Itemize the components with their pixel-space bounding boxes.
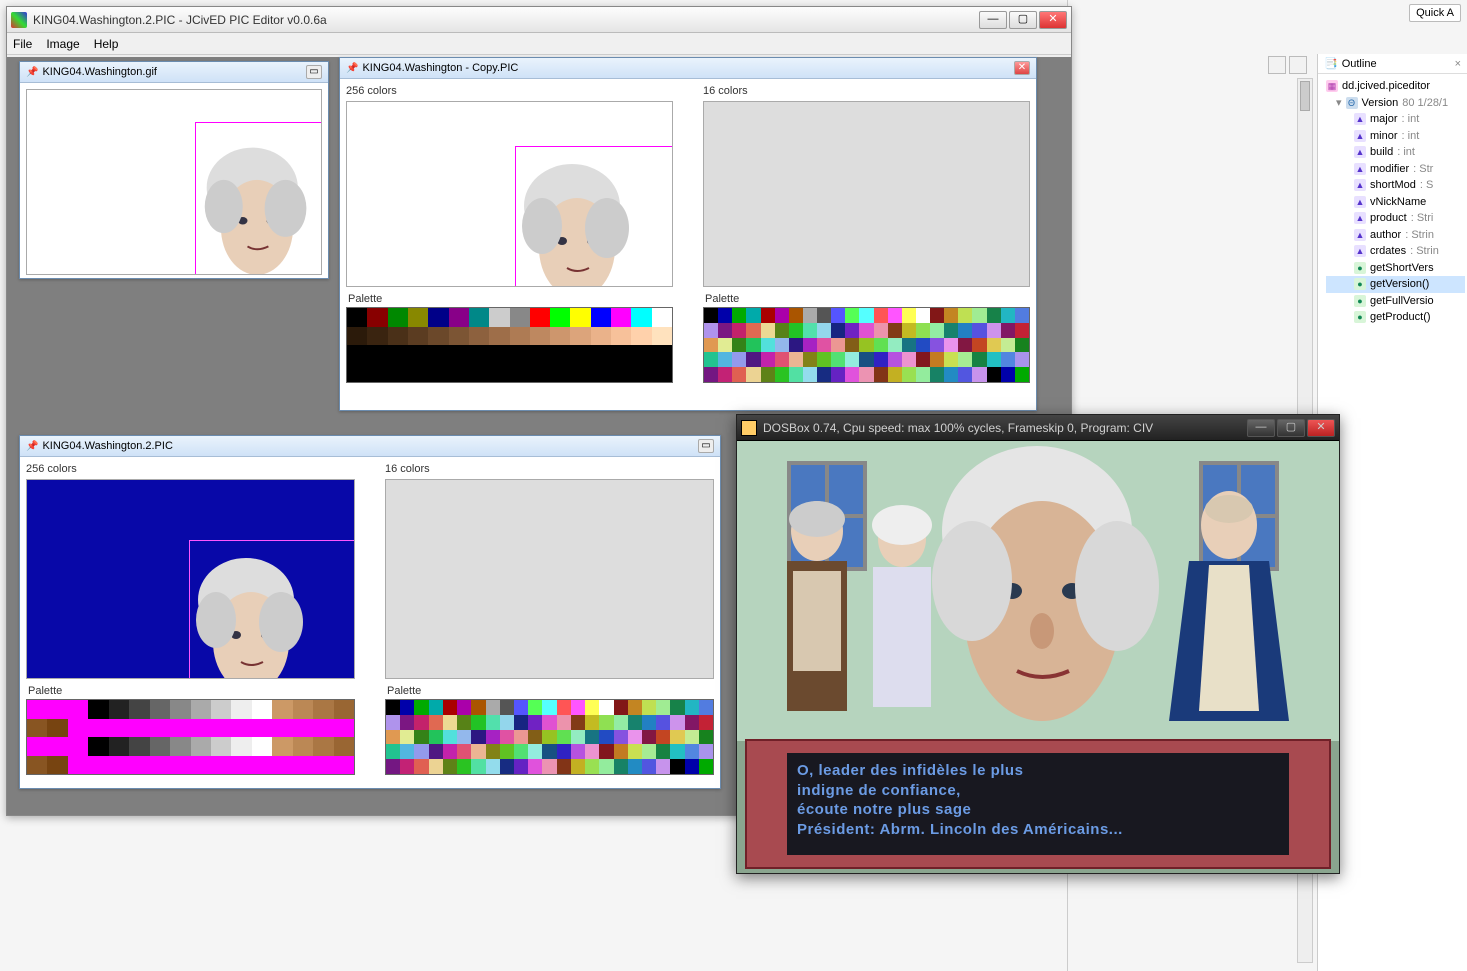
toolbar-min-icon[interactable]	[1268, 56, 1286, 74]
eclipse-view-toolbar	[1268, 56, 1307, 74]
subwindow-title: KING04.Washington.2.PIC	[42, 440, 698, 452]
quick-access-field[interactable]: Quick A	[1409, 4, 1461, 22]
menu-help[interactable]: Help	[94, 37, 119, 51]
palette-label: Palette	[387, 685, 714, 697]
palette-label: Palette	[28, 685, 355, 697]
outline-icon: 📑	[1324, 57, 1338, 70]
colors-label-16: 16 colors	[385, 463, 714, 475]
outline-item-getVersion[interactable]: ●getVersion()	[1326, 276, 1465, 293]
palette-256[interactable]	[346, 307, 673, 383]
palette-label: Palette	[348, 293, 673, 305]
dialogue-line: écoute notre plus sage	[797, 800, 1279, 820]
pin-icon[interactable]: 📌	[346, 63, 358, 74]
subwindow-pic2[interactable]: 📌 KING04.Washington.2.PIC ▭ 256 colors P…	[19, 435, 721, 789]
outline-item-major[interactable]: ▲major : int	[1326, 111, 1465, 128]
outline-item-product[interactable]: ▲product : Stri	[1326, 210, 1465, 227]
outline-item-getFullVersio[interactable]: ●getFullVersio	[1326, 293, 1465, 310]
washington-portrait	[917, 441, 1167, 751]
outline-tab-label[interactable]: Outline	[1342, 58, 1377, 70]
menubar: File Image Help	[7, 33, 1071, 55]
advisor-right	[1149, 481, 1309, 761]
outline-item-crdates[interactable]: ▲crdates : Strin	[1326, 243, 1465, 260]
colors-label-256: 256 colors	[346, 85, 673, 97]
outline-item-getProduct[interactable]: ●getProduct()	[1326, 309, 1465, 326]
close-button[interactable]: ✕	[1039, 11, 1067, 29]
close-icon[interactable]: ▭	[306, 65, 322, 79]
close-icon[interactable]: ▭	[698, 439, 714, 453]
maximize-button[interactable]: ▢	[1277, 419, 1305, 437]
palette-label: Palette	[705, 293, 1030, 305]
pin-icon[interactable]: 📌	[26, 441, 38, 452]
colors-label-16: 16 colors	[703, 85, 1030, 97]
close-icon[interactable]: ×	[1455, 58, 1461, 70]
maximize-button[interactable]: ▢	[1009, 11, 1037, 29]
outline-item-build[interactable]: ▲build : int	[1326, 144, 1465, 161]
subwindow-title: KING04.Washington - Copy.PIC	[362, 62, 1014, 74]
subwindow-gif[interactable]: 📌 KING04.Washington.gif ▭	[19, 61, 329, 279]
outline-item-modifier[interactable]: ▲modifier : Str	[1326, 161, 1465, 178]
minimize-button[interactable]: —	[979, 11, 1007, 29]
dosbox-icon	[741, 420, 757, 436]
pin-icon[interactable]: 📌	[26, 67, 38, 78]
palette-256[interactable]	[26, 699, 355, 775]
close-icon[interactable]: ✕	[1014, 61, 1030, 75]
dialogue-line: Président: Abrm. Lincoln des Américains.…	[797, 820, 1279, 840]
outline-tree[interactable]: ▦dd.jcived.piceditor▾ΘVersion80 1/28/1▲m…	[1318, 74, 1467, 330]
menu-image[interactable]: Image	[46, 37, 79, 51]
dosbox-window[interactable]: DOSBox 0.74, Cpu speed: max 100% cycles,…	[736, 414, 1340, 874]
outline-item-author[interactable]: ▲author : Strin	[1326, 227, 1465, 244]
subwindow-title: KING04.Washington.gif	[42, 66, 306, 78]
main-titlebar[interactable]: KING04.Washington.2.PIC - JCivED PIC Edi…	[7, 7, 1071, 33]
menu-file[interactable]: File	[13, 37, 32, 51]
close-button[interactable]: ✕	[1307, 419, 1335, 437]
outline-item-shortMod[interactable]: ▲shortMod : S	[1326, 177, 1465, 194]
outline-item-minor[interactable]: ▲minor : int	[1326, 128, 1465, 145]
dialogue-line: indigne de confiance,	[797, 781, 1279, 801]
dosbox-screen: O, leader des infidèles le plus indigne …	[737, 441, 1339, 873]
dialogue-box: O, leader des infidèles le plus indigne …	[745, 739, 1331, 869]
window-title: KING04.Washington.2.PIC - JCivED PIC Edi…	[33, 13, 979, 27]
subwindow-copy-pic[interactable]: 📌 KING04.Washington - Copy.PIC ✕ 256 col…	[339, 57, 1037, 411]
minimize-button[interactable]: —	[1247, 419, 1275, 437]
colors-label-256: 256 colors	[26, 463, 355, 475]
outline-item-getShortVers[interactable]: ●getShortVers	[1326, 260, 1465, 277]
app-icon	[11, 12, 27, 28]
dosbox-title: DOSBox 0.74, Cpu speed: max 100% cycles,…	[763, 421, 1247, 435]
palette-16[interactable]	[385, 699, 714, 775]
outline-item-vNickName[interactable]: ▲vNickName	[1326, 194, 1465, 211]
dialogue-line: O, leader des infidèles le plus	[797, 761, 1279, 781]
palette-16[interactable]	[703, 307, 1030, 383]
toolbar-max-icon[interactable]	[1289, 56, 1307, 74]
